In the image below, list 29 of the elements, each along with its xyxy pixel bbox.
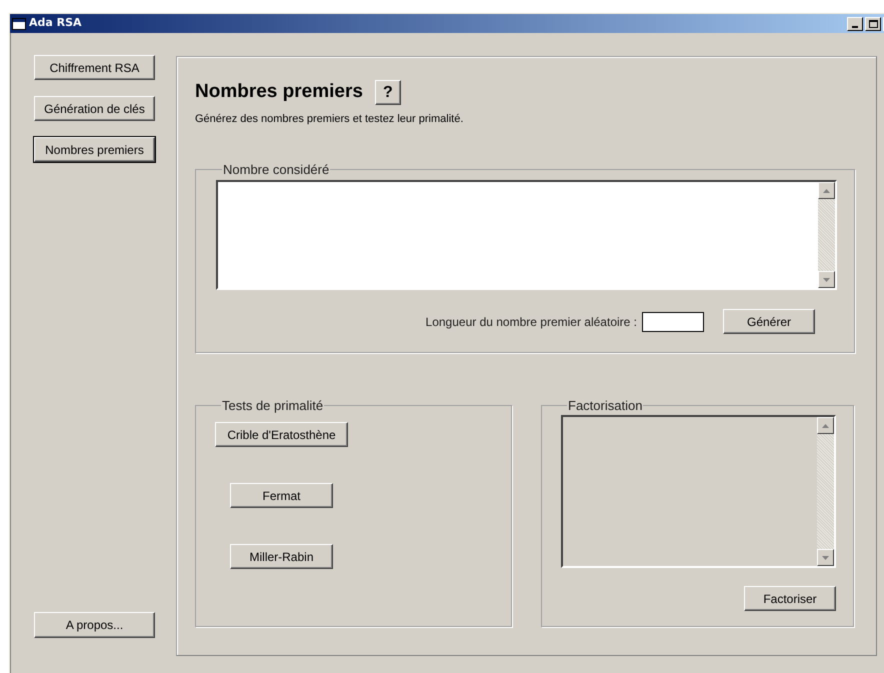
- scrollbar[interactable]: [817, 417, 834, 566]
- page-title: Nombres premiers: [195, 80, 363, 104]
- scroll-up-icon[interactable]: [818, 182, 835, 199]
- length-label: Longueur du nombre premier aléatoire :: [426, 314, 637, 330]
- window-icon: [12, 18, 26, 30]
- scroll-down-icon[interactable]: [818, 271, 835, 288]
- factorize-button[interactable]: Factoriser: [744, 586, 836, 611]
- about-button[interactable]: A propos...: [34, 612, 155, 638]
- nav-button[interactable]: Chiffrement RSA: [34, 55, 155, 80]
- group-title: Factorisation: [567, 399, 644, 412]
- group-title: Nombre considéré: [222, 163, 330, 176]
- page-subtitle: Générez des nombres premiers et testez leur primalité.: [195, 112, 464, 126]
- minimize-icon[interactable]: [847, 16, 863, 30]
- window-title: Ada RSA: [29, 15, 82, 32]
- nav-button[interactable]: Nombres premiers: [34, 137, 155, 162]
- help-button[interactable]: ?: [374, 80, 401, 105]
- maximize-icon[interactable]: [865, 16, 881, 30]
- group-title: Tests de primalité: [221, 399, 324, 412]
- generate-button[interactable]: Générer: [723, 309, 815, 334]
- text-area[interactable]: [216, 180, 837, 290]
- scroll-up-icon[interactable]: [817, 417, 834, 434]
- nav-button[interactable]: Génération de clés: [34, 96, 155, 121]
- length-input[interactable]: [642, 312, 704, 332]
- text-area[interactable]: [561, 415, 836, 568]
- test-button[interactable]: Crible d'Eratosthène: [215, 422, 348, 447]
- test-button[interactable]: Miller-Rabin: [230, 544, 333, 569]
- scrollbar[interactable]: [818, 182, 835, 288]
- test-button[interactable]: Fermat: [230, 483, 333, 508]
- scroll-down-icon[interactable]: [817, 549, 834, 566]
